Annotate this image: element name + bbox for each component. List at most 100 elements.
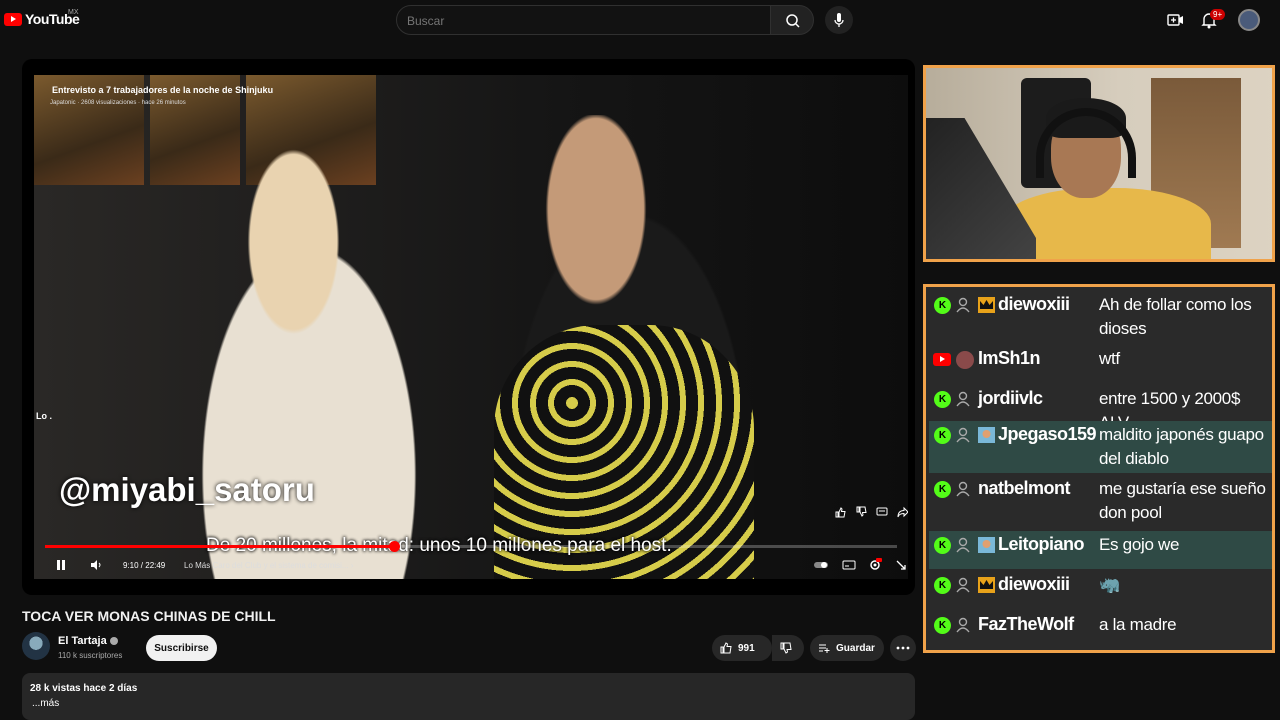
user-avatar — [956, 351, 974, 369]
channel-name[interactable]: El Tartaja — [58, 635, 107, 647]
kick-platform-icon: K — [934, 481, 951, 498]
time-display: 9:10 / 22:49 — [123, 561, 166, 570]
user-icon — [956, 297, 970, 313]
kick-platform-icon: K — [934, 577, 951, 594]
dislike-button[interactable] — [772, 635, 804, 661]
playlist-add-icon — [819, 644, 830, 653]
chat-text: maldito japonés guapo del diablo — [1099, 425, 1264, 468]
save-button[interactable]: Guardar — [810, 635, 884, 661]
like-count: 991 — [738, 642, 755, 654]
crown-icon — [978, 577, 995, 593]
voice-search-button[interactable] — [825, 6, 853, 34]
youtube-platform-icon — [933, 353, 951, 366]
crown-icon — [978, 297, 995, 313]
channel-avatar[interactable] — [22, 632, 50, 660]
fullscreen-exit-button[interactable] — [894, 558, 908, 572]
settings-button[interactable] — [868, 558, 882, 572]
chat-message: Knatbelmont me gustaría ese sueño don poo… — [929, 475, 1272, 527]
more-horizontal-icon — [896, 646, 910, 650]
captions-icon — [842, 560, 856, 570]
subscribe-button[interactable]: Suscribirse — [146, 635, 217, 661]
subscriber-badge-icon — [978, 427, 995, 443]
subscriber-count: 110 k suscriptores — [58, 651, 123, 660]
video-frame[interactable]: Entrevisto a 7 trabajadores de la noche … — [34, 75, 908, 579]
verified-icon — [109, 637, 118, 646]
create-video-icon — [1167, 14, 1183, 26]
save-label: Guardar — [836, 642, 875, 654]
embedded-video-title: Entrevisto a 7 trabajadores de la noche … — [52, 85, 274, 95]
chat-message: ImSh1n wtf — [929, 345, 1272, 383]
description-box[interactable]: 28 k vistas hace 2 días ...más — [22, 673, 915, 720]
captions-button[interactable] — [842, 558, 856, 572]
gear-icon — [870, 558, 882, 570]
chat-username: FazTheWolf — [978, 614, 1074, 634]
youtube-play-icon — [4, 12, 22, 26]
chat-message: K Leitopiano Es gojo we — [929, 531, 1272, 569]
kick-platform-icon: K — [934, 391, 951, 408]
thumbs-down-icon — [780, 642, 792, 654]
chat-text: a la madre — [1099, 615, 1177, 634]
like-button[interactable]: 991 — [712, 635, 772, 661]
chat-username: jordiivlc — [978, 388, 1043, 408]
like-icon[interactable] — [834, 505, 846, 518]
chat-text: me gustaría ese sueño don pool — [1099, 479, 1266, 522]
instagram-handle-watermark: @miyabi_satoru — [59, 471, 315, 508]
chat-username: Leitopiano — [998, 534, 1085, 554]
search-button[interactable] — [770, 5, 814, 35]
kick-platform-icon: K — [934, 537, 951, 554]
user-icon — [956, 617, 970, 633]
dislike-icon[interactable] — [855, 505, 867, 517]
chat-text: 🦏 — [1099, 575, 1120, 594]
kick-platform-icon: K — [934, 427, 951, 444]
chapter-title[interactable]: Lo Más Caro del Club y el sistema de com… — [184, 561, 353, 570]
chat-message: K FazTheWolf a la madre — [929, 611, 1272, 649]
chat-username: natbelmont — [978, 478, 1071, 498]
comment-icon[interactable] — [876, 505, 888, 517]
pause-button[interactable] — [54, 558, 68, 572]
video-title: TOCA VER MONAS CHINAS DE CHILL — [22, 608, 276, 624]
top-bar: YouTube MX 9+ — [0, 0, 1280, 40]
create-button[interactable] — [1164, 9, 1186, 31]
more-actions-button[interactable] — [890, 635, 916, 661]
progress-played — [45, 545, 395, 548]
overlay-actions — [834, 505, 908, 518]
channel-name-row[interactable]: El Tartaja — [58, 635, 118, 647]
chat-message: Kdiewoxiii 🦏 — [929, 571, 1272, 609]
search-box[interactable] — [396, 5, 771, 35]
chat-overlay: Kdiewoxiii Ah de follar como los dioses Im… — [923, 284, 1275, 653]
notifications-badge: 9+ — [1210, 9, 1226, 20]
user-icon — [956, 481, 970, 497]
chat-username: Jpegaso159 — [998, 424, 1097, 444]
account-avatar[interactable] — [1238, 9, 1260, 31]
minimize-icon — [896, 560, 906, 570]
video-player[interactable]: Entrevisto a 7 trabajadores de la noche … — [22, 59, 915, 595]
chat-message: Kjordiivlcentre 1500 y 2000$ ALV — [929, 385, 1272, 432]
chat-username: ImSh1n — [978, 348, 1041, 368]
thumbs-up-icon — [720, 642, 732, 654]
volume-button[interactable] — [89, 558, 103, 572]
user-icon — [956, 391, 970, 407]
view-count-date: 28 k vistas hace 2 días — [30, 683, 138, 694]
embedded-video-meta: Japatonic · 2608 visualizaciones · hace … — [50, 100, 186, 106]
chat-username: diewoxiii — [998, 574, 1070, 594]
player-controls: 9:10 / 22:49 Lo Más Caro del Club y el s… — [34, 553, 908, 579]
autoplay-toggle[interactable] — [814, 558, 828, 572]
chat-message: Kdiewoxiii Ah de follar como los dioses — [929, 291, 1272, 343]
search-input[interactable] — [407, 14, 747, 28]
pause-icon — [57, 560, 65, 570]
chat-text: Ah de follar como los dioses — [1099, 295, 1252, 338]
volume-icon — [91, 560, 101, 570]
share-icon[interactable] — [897, 505, 908, 518]
user-icon — [956, 577, 970, 593]
person-blonde — [154, 145, 464, 579]
progress-bar[interactable] — [45, 541, 897, 552]
user-icon — [956, 427, 970, 443]
kick-platform-icon: K — [934, 617, 951, 634]
show-more-link[interactable]: ...más — [32, 698, 59, 709]
mic-icon — [834, 13, 844, 27]
chat-message: K Jpegaso159 maldito japonés guapo del dia… — [929, 421, 1272, 473]
region-label: MX — [68, 9, 79, 16]
chat-username: diewoxiii — [998, 294, 1070, 314]
subscriber-badge-icon — [978, 537, 995, 553]
webcam-overlay — [923, 65, 1275, 262]
